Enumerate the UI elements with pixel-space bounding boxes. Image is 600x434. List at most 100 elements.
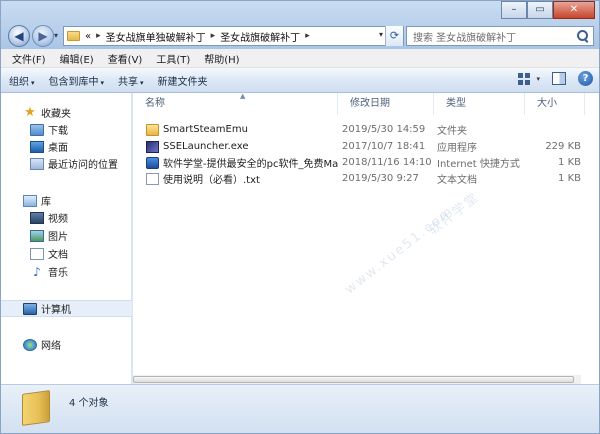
file-date: 2019/5/30 14:59 — [342, 124, 426, 135]
menu-file[interactable]: 文件(F) — [5, 51, 53, 66]
file-name: 使用说明（必看）.txt — [163, 175, 260, 186]
file-list: ▲ 名称 修改日期 类型 大小 SmartSteamEmu 2019/5/30 … — [133, 92, 599, 384]
search-icon[interactable] — [573, 27, 593, 45]
help-icon[interactable]: ? — [578, 71, 593, 86]
file-row[interactable]: 使用说明（必看）.txt 2019/5/30 9:27 文本文档 1 KB — [133, 170, 599, 187]
column-header-type[interactable]: 类型 — [434, 93, 525, 115]
include-in-library-button[interactable]: 包含到库中 ▾ — [49, 73, 105, 88]
new-folder-button[interactable]: 新建文件夹 — [158, 73, 208, 88]
sidebar-item-label: 视频 — [48, 214, 68, 225]
breadcrumb-parent[interactable]: 圣女战旗单独破解补丁 — [106, 29, 206, 44]
file-name-cell: SSELauncher.exe — [133, 140, 338, 153]
include-in-library-label: 包含到库中 — [48, 76, 99, 88]
organize-button[interactable]: 组织 ▾ — [9, 73, 35, 88]
sidebar-item-computer[interactable]: 计算机 — [1, 300, 132, 317]
music-icon: ♪ — [33, 264, 41, 279]
breadcrumb-separator[interactable]: ▸ — [305, 31, 310, 41]
file-name: SSELauncher.exe — [163, 141, 249, 152]
breadcrumb-separator[interactable]: ▸ — [211, 31, 216, 41]
chevron-down-icon: ▾ — [140, 78, 144, 87]
search-placeholder: 搜索 圣女战旗破解补丁 — [413, 32, 517, 44]
breadcrumb-current[interactable]: 圣女战旗破解补丁 — [220, 29, 300, 44]
file-size: 1 KB — [558, 157, 581, 168]
computer-icon — [23, 302, 37, 315]
sidebar-item-music[interactable]: ♪ 音乐 — [1, 263, 132, 280]
chevron-down-icon: ▾ — [31, 78, 35, 87]
sidebar-item-label: 计算机 — [41, 305, 71, 316]
file-name-cell: SmartSteamEmu — [133, 123, 338, 136]
explorer-window: – ▭ ✕ ◀ ▶ ▾ « ▸ 圣女战旗单独破解补丁 ▸ 圣女战旗破解补丁 ▸ … — [0, 0, 600, 434]
menu-edit[interactable]: 编辑(E) — [53, 51, 101, 66]
refresh-button[interactable]: ⟳ — [385, 26, 403, 46]
file-row[interactable]: 软件学堂-提供最安全的pc软件_免费Mac... 2018/11/16 14:1… — [133, 154, 599, 171]
document-icon — [30, 247, 44, 260]
desktop-icon — [30, 140, 44, 153]
network-icon — [23, 338, 37, 351]
downloads-folder-icon — [30, 123, 44, 136]
sidebar-item-documents[interactable]: 文档 — [1, 245, 132, 262]
folder-icon — [67, 31, 80, 41]
maximize-button[interactable]: ▭ — [527, 1, 553, 19]
scrollbar-thumb[interactable] — [133, 376, 574, 383]
sidebar-item-label: 音乐 — [48, 268, 68, 279]
picture-icon — [30, 229, 44, 242]
command-bar: 组织 ▾ 包含到库中 ▾ 共享 ▾ 新建文件夹 ▾ ? — [1, 68, 599, 93]
file-name: SmartSteamEmu — [163, 124, 248, 135]
column-header-name[interactable]: 名称 — [133, 93, 338, 115]
file-date: 2019/5/30 9:27 — [342, 173, 419, 184]
column-header-date[interactable]: 修改日期 — [338, 93, 434, 115]
sidebar-item-label: 网络 — [41, 341, 61, 352]
address-dropdown[interactable]: ▾ — [379, 30, 383, 39]
sidebar-item-videos[interactable]: 视频 — [1, 209, 132, 226]
column-header-size[interactable]: 大小 — [525, 93, 585, 115]
horizontal-scrollbar[interactable] — [133, 375, 581, 384]
view-controls: ▾ ? — [518, 71, 593, 86]
sidebar-item-libraries[interactable]: 库 — [1, 192, 132, 209]
menu-tools[interactable]: 工具(T) — [149, 51, 197, 66]
details-pane: 4 个对象 — [1, 384, 599, 433]
minimize-button[interactable]: – — [501, 1, 527, 19]
title-bar: – ▭ ✕ ◀ ▶ ▾ « ▸ 圣女战旗单独破解补丁 ▸ 圣女战旗破解补丁 ▸ … — [1, 1, 599, 49]
sidebar-item-network[interactable]: 网络 — [1, 336, 132, 353]
file-name-cell: 软件学堂-提供最安全的pc软件_免费Mac... — [133, 155, 338, 170]
menu-help[interactable]: 帮助(H) — [197, 51, 246, 66]
file-size: 229 KB — [545, 141, 581, 152]
sidebar-item-pictures[interactable]: 图片 — [1, 227, 132, 244]
text-file-icon — [146, 172, 159, 185]
chevron-down-icon[interactable]: ▾ — [536, 75, 540, 83]
file-type: Internet 快捷方式 — [437, 159, 520, 170]
breadcrumb-separator[interactable]: ▸ — [96, 31, 101, 41]
video-icon — [30, 211, 44, 224]
sidebar-item-downloads[interactable]: 下载 — [1, 121, 132, 138]
address-bar[interactable]: « ▸ 圣女战旗单独破解补丁 ▸ 圣女战旗破解补丁 ▸ ▾ ⟳ — [63, 26, 404, 46]
sidebar-item-favorites[interactable]: ★ 收藏夹 — [1, 104, 132, 121]
sidebar-item-label: 最近访问的位置 — [48, 160, 118, 171]
close-button[interactable]: ✕ — [553, 1, 595, 19]
sidebar-item-desktop[interactable]: 桌面 — [1, 138, 132, 155]
share-button[interactable]: 共享 ▾ — [118, 73, 144, 88]
preview-pane-icon[interactable] — [552, 72, 566, 85]
menu-view[interactable]: 查看(V) — [101, 51, 150, 66]
view-options-icon[interactable] — [518, 72, 533, 85]
star-icon: ★ — [24, 104, 36, 120]
sidebar-item-label: 桌面 — [48, 143, 68, 154]
item-count: 4 个对象 — [69, 398, 109, 409]
forward-button[interactable]: ▶ — [32, 25, 54, 47]
file-row[interactable]: SSELauncher.exe 2017/10/7 18:41 应用程序 229… — [133, 138, 599, 155]
back-button[interactable]: ◀ — [8, 25, 30, 47]
file-row[interactable]: SmartSteamEmu 2019/5/30 14:59 文件夹 — [133, 121, 599, 138]
shortcut-icon — [146, 156, 159, 169]
breadcrumb-overflow[interactable]: « — [85, 31, 91, 42]
recent-places-icon — [30, 157, 44, 170]
sidebar-item-recent-places[interactable]: 最近访问的位置 — [1, 155, 132, 172]
chevron-down-icon: ▾ — [100, 78, 105, 87]
exe-icon — [146, 140, 159, 153]
recent-pages-dropdown[interactable]: ▾ — [54, 31, 58, 40]
search-input[interactable]: 搜索 圣女战旗破解补丁 — [406, 26, 594, 46]
folder-icon — [22, 390, 50, 426]
file-date: 2018/11/16 14:10 — [342, 157, 432, 168]
sidebar-item-label: 收藏夹 — [41, 109, 71, 120]
file-name-cell: 使用说明（必看）.txt — [133, 171, 338, 186]
file-size: 1 KB — [558, 173, 581, 184]
sort-ascending-icon: ▲ — [240, 92, 246, 100]
